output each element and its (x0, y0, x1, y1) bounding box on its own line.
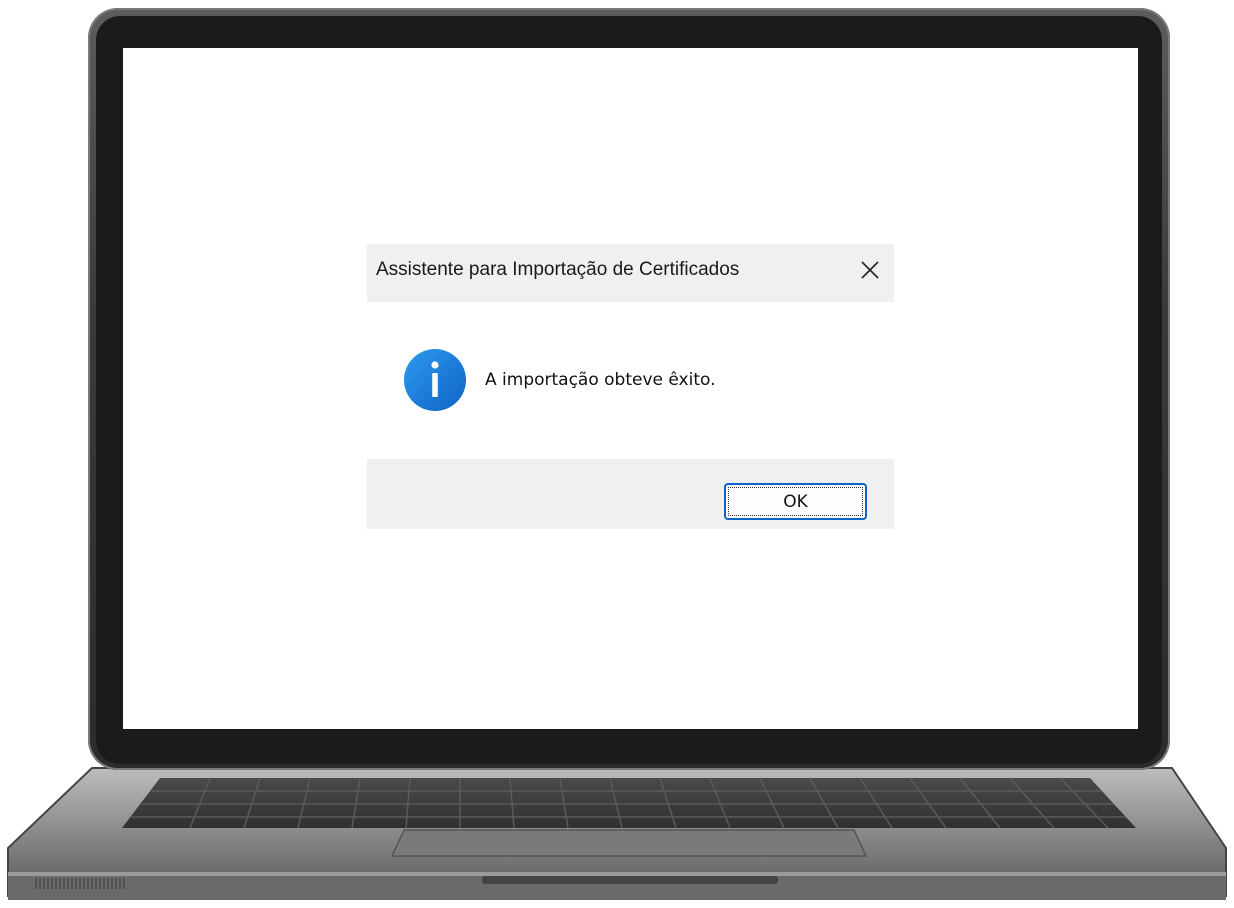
ok-button[interactable]: OK (724, 483, 867, 520)
dialog-titlebar: Assistente para Importação de Certificad… (367, 244, 894, 302)
dialog-message: A importação obteve êxito. (485, 370, 716, 390)
dialog-title: Assistente para Importação de Certificad… (376, 259, 740, 280)
ok-button-label: OK (728, 487, 863, 516)
info-icon (404, 349, 466, 411)
close-button[interactable] (854, 254, 886, 286)
dialog-footer: OK (367, 459, 894, 529)
certificate-import-dialog: Assistente para Importação de Certificad… (367, 244, 894, 529)
dialog-body: A importação obteve êxito. (367, 302, 894, 459)
laptop-illustration: Assistente para Importação de Certificad… (0, 0, 1234, 908)
close-icon (861, 261, 879, 279)
laptop-screen: Assistente para Importação de Certificad… (123, 48, 1138, 729)
